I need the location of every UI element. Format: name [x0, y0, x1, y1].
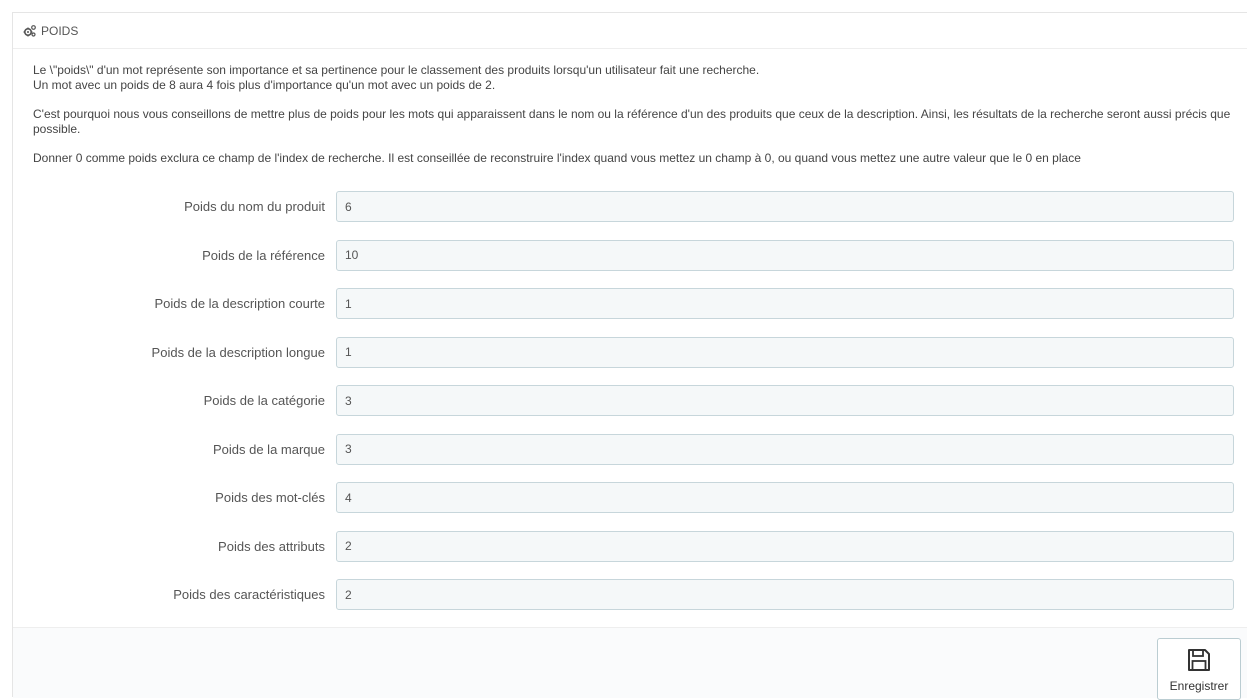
short-description-weight-input[interactable] [336, 288, 1234, 319]
field-label: Poids des attributs [218, 538, 325, 554]
field-label: Poids de la description courte [154, 296, 325, 311]
category-weight-input[interactable] [336, 385, 1234, 416]
form-row-brand: Poids de la marque [13, 433, 1247, 465]
form-row-category: Poids de la catégorie [13, 385, 1247, 416]
field-label: Poids de la référence [202, 247, 325, 263]
cogs-icon [23, 24, 37, 38]
field-label: Poids du nom du produit [184, 199, 325, 214]
intro-line-2: Un mot avec un poids de 8 aura 4 fois pl… [33, 78, 496, 92]
field-label: Poids de la description longue [151, 344, 325, 360]
keywords-weight-input[interactable] [336, 482, 1234, 513]
features-weight-input[interactable] [336, 579, 1234, 610]
floppy-disk-icon [1186, 647, 1212, 673]
field-label: Poids de la marque [212, 441, 325, 457]
panel-footer: Enregistrer [13, 627, 1247, 700]
form-row-attributes: Poids des attributs [13, 530, 1247, 562]
field-label: Poids de la catégorie [203, 393, 325, 408]
panel-title: POIDS [41, 23, 79, 38]
save-button-label: Enregistrer [1169, 679, 1229, 693]
form-row-short-description: Poids de la description courte [13, 288, 1247, 319]
brand-weight-input[interactable] [336, 433, 1234, 465]
form-row-reference: Poids de la référence [13, 239, 1247, 271]
form-row-product-name: Poids du nom du produit [13, 191, 1247, 222]
form-row-long-description: Poids de la description longue [13, 336, 1247, 368]
intro-line-3: C'est pourquoi nous vous conseillons de … [33, 107, 1231, 136]
attributes-weight-input[interactable] [336, 530, 1234, 562]
save-button[interactable]: Enregistrer [1157, 638, 1241, 700]
long-description-weight-input[interactable] [336, 336, 1234, 368]
form-row-keywords: Poids des mot-clés [13, 482, 1247, 513]
panel-heading: POIDS [13, 13, 1247, 49]
product-name-weight-input[interactable] [336, 191, 1234, 222]
reference-weight-input[interactable] [336, 239, 1234, 271]
intro-line-4: Donner 0 comme poids exclura ce champ de… [33, 151, 1081, 165]
form-row-features: Poids des caractéristiques [13, 579, 1247, 610]
field-label: Poids des caractéristiques [173, 587, 325, 602]
field-label: Poids des mot-clés [215, 490, 325, 505]
intro-line-1: Le \"poids\" d'un mot représente son imp… [33, 63, 760, 77]
weights-panel: POIDS Le \"poids\" d'un mot représente s… [12, 12, 1247, 700]
intro-text: Le \"poids\" d'un mot représente son imp… [13, 49, 1247, 166]
